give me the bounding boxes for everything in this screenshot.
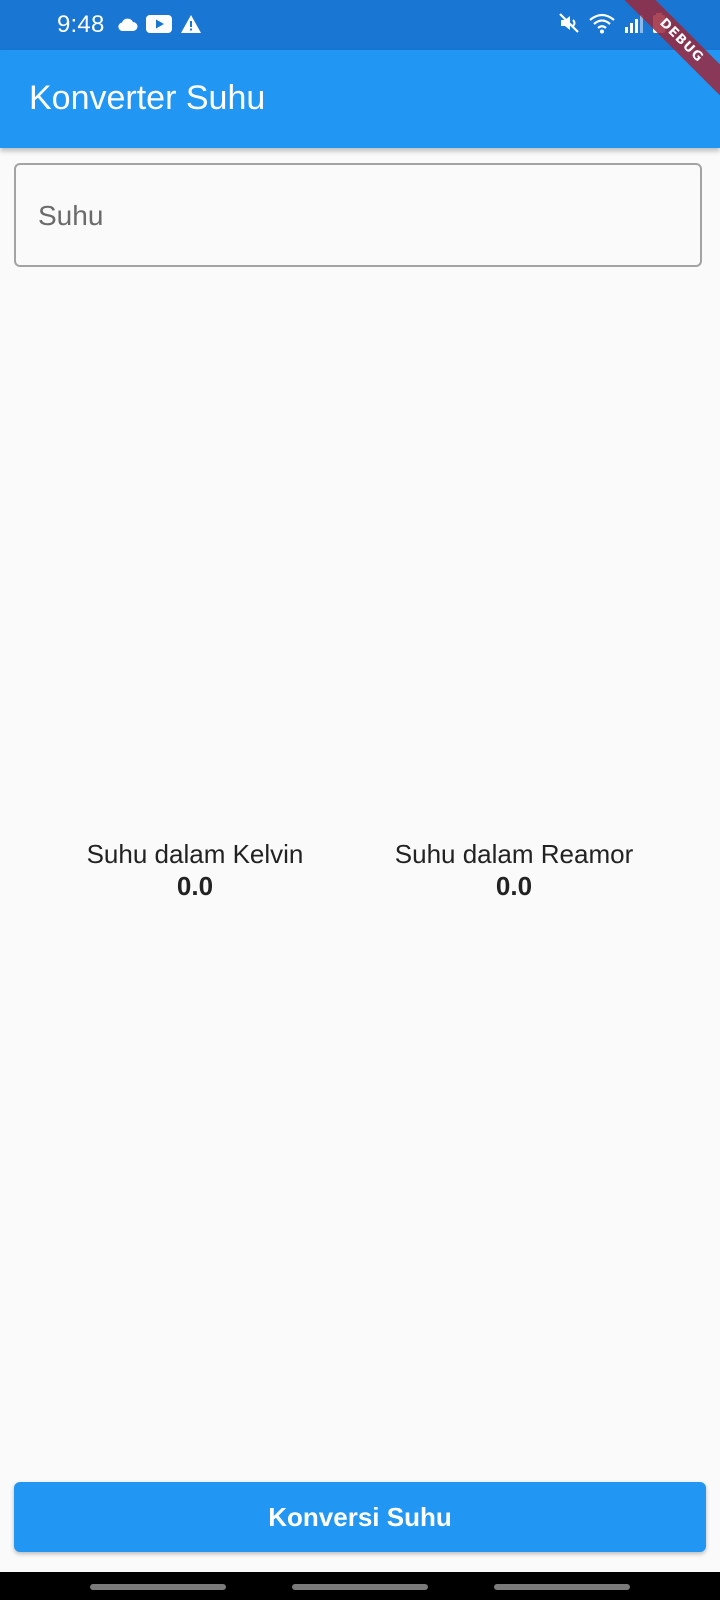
wifi-icon (589, 13, 615, 34)
status-right-icons (558, 12, 666, 34)
convert-button[interactable]: Konversi Suhu (14, 1482, 706, 1552)
youtube-icon (146, 15, 172, 33)
reamur-result: Suhu dalam Reamor 0.0 (364, 838, 664, 902)
kelvin-label: Suhu dalam Kelvin (86, 839, 304, 869)
status-bar: 9:48 (0, 0, 720, 50)
nav-back-button[interactable] (494, 1584, 630, 1590)
app-bar: Konverter Suhu (0, 50, 720, 148)
navigation-bar (0, 1572, 720, 1600)
kelvin-value: 0.0 (176, 871, 214, 901)
status-left-icons (116, 14, 202, 34)
nav-recent-button[interactable] (90, 1584, 226, 1590)
kelvin-result: Suhu dalam Kelvin 0.0 (45, 838, 345, 902)
nav-home-button[interactable] (292, 1584, 428, 1590)
status-time: 9:48 (57, 11, 105, 38)
app-title: Konverter Suhu (29, 79, 266, 117)
reamur-label: Suhu dalam Reamor (394, 839, 634, 869)
cloud-icon (118, 18, 138, 31)
warning-icon (181, 15, 201, 33)
reamur-value: 0.0 (495, 871, 533, 901)
mute-icon (559, 13, 579, 33)
temperature-input[interactable] (36, 165, 680, 267)
signal-icon (625, 15, 643, 33)
temperature-input-container[interactable] (14, 163, 702, 267)
battery-icon (653, 13, 665, 33)
